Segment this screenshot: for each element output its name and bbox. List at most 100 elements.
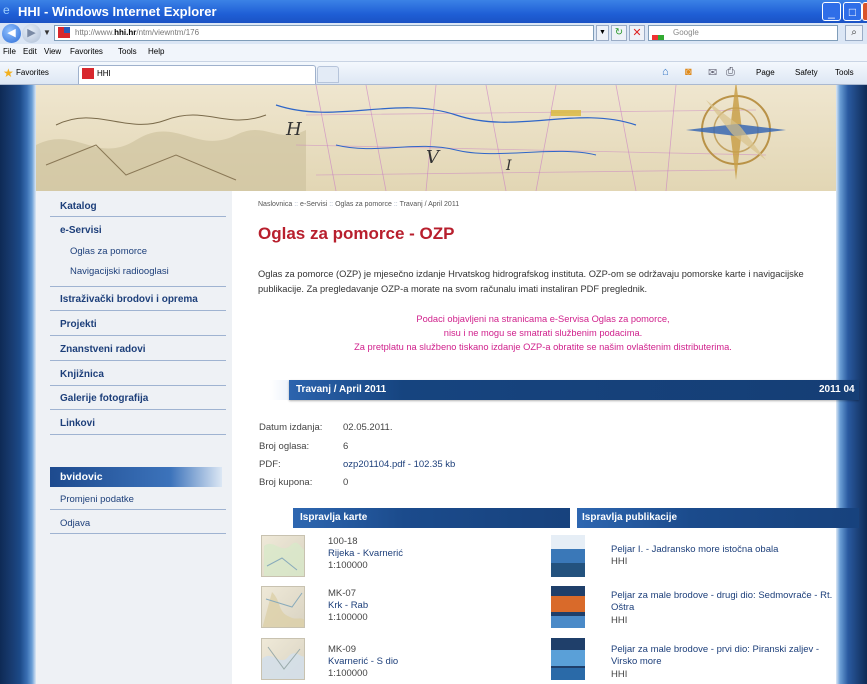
search-icon[interactable]: ⌕ — [845, 25, 863, 41]
sidebar-item-e-servisi[interactable]: e-Servisi — [60, 225, 102, 236]
sidebar-item-znanstveni-radovi[interactable]: Znanstveni radovi — [60, 344, 146, 355]
chart-name-link[interactable]: Krk - Rab — [328, 600, 368, 611]
chart-scale: 1:100000 — [328, 612, 368, 623]
close-button[interactable] — [862, 2, 867, 21]
sidebar-divider — [50, 533, 226, 534]
issue-section-title: Travanj / April 2011 — [296, 384, 387, 395]
sidebar-item-knjiznica[interactable]: Knjižnica — [60, 369, 104, 380]
publication-name-link[interactable]: Peljar I. - Jadransko more istočna obala — [611, 544, 836, 556]
browser-tab[interactable] — [78, 65, 316, 84]
mail-icon[interactable]: ✉ — [708, 66, 717, 79]
menu-favorites[interactable]: Favorites — [70, 47, 103, 56]
page-menu[interactable]: Page — [756, 68, 775, 77]
site-favicon-mark-icon — [64, 27, 70, 33]
menu-tools[interactable]: Tools — [118, 47, 137, 56]
coupon-count-label: Broj kupona: — [259, 477, 313, 488]
sidebar-item-projekti[interactable]: Projekti — [60, 319, 97, 330]
print-icon[interactable]: ⎙ — [726, 66, 735, 79]
intro-paragraph: Oglas za pomorce (OZP) je mjesečno izdan… — [258, 269, 804, 294]
stop-button[interactable]: ✕ — [629, 25, 645, 41]
refresh-button[interactable]: ↻ — [611, 25, 627, 41]
sidebar-divider — [50, 385, 226, 386]
address-dropdown-button[interactable]: ▼ — [596, 25, 609, 41]
user-logout-link[interactable]: Odjava — [60, 518, 90, 529]
chart-scale: 1:100000 — [328, 668, 368, 679]
user-change-data-link[interactable]: Promjeni podatke — [60, 494, 134, 505]
issue-section-code: 2011 04 — [819, 384, 855, 395]
sidebar-item-galerije-fotografija[interactable]: Galerije fotografija — [60, 393, 148, 404]
publication-cover[interactable] — [547, 586, 589, 628]
back-button[interactable]: ◀ — [2, 24, 21, 43]
sidebar-item-katalog[interactable]: Katalog — [60, 201, 97, 212]
menu-help[interactable]: Help — [148, 47, 164, 56]
tools-menu[interactable]: Tools — [835, 68, 854, 77]
breadcrumb: Naslovnica :: e-Servisi :: Oglas za pomo… — [258, 201, 459, 208]
home-icon[interactable]: ⌂ — [662, 66, 669, 78]
sidebar-divider — [50, 509, 226, 510]
publications-column-title: Ispravlja publikacije — [582, 512, 678, 523]
url-prefix: http://www. — [75, 28, 115, 37]
pdf-label: PDF: — [259, 459, 281, 470]
chart-name-link[interactable]: Kvarnerić - S dio — [328, 656, 398, 667]
feeds-icon[interactable]: ◙ — [685, 66, 692, 78]
search-input[interactable]: Google — [648, 25, 838, 41]
sidebar-divider — [50, 310, 226, 311]
breadcrumb-separator: :: — [294, 201, 299, 208]
chart-thumbnail[interactable] — [261, 535, 305, 577]
window-title: HHI - Windows Internet Explorer — [18, 4, 217, 19]
issue-date-label: Datum izdanja: — [259, 422, 323, 433]
section-bar-fade — [270, 380, 289, 400]
notice-line: nisu i ne mogu se smatrati službenim pod… — [443, 328, 643, 338]
notice-count-value: 6 — [343, 441, 349, 452]
tab-favicon-icon — [82, 68, 94, 79]
svg-text:V: V — [426, 147, 441, 168]
breadcrumb-item-oglas[interactable]: Oglas za pomorce — [335, 201, 392, 208]
publication-cover-image — [551, 638, 585, 680]
chart-thumbnail[interactable] — [261, 638, 305, 680]
svg-text:I: I — [505, 158, 512, 174]
publication-cover-image — [551, 535, 585, 577]
breadcrumb-item-home[interactable]: Naslovnica — [258, 201, 292, 208]
breadcrumb-separator: :: — [329, 201, 334, 208]
sidebar-divider — [50, 360, 226, 361]
forward-button[interactable]: ▶ — [22, 24, 41, 43]
breadcrumb-item-e-servisi[interactable]: e-Servisi — [300, 201, 327, 208]
page-title: Oglas za pomorce - OZP — [258, 224, 455, 243]
favorites-star-icon[interactable]: ★ — [3, 66, 14, 80]
maximize-button[interactable]: □ — [843, 2, 862, 21]
sidebar-subitem-oglas-za-pomorce[interactable]: Oglas za pomorce — [70, 246, 147, 257]
chart-code: MK-07 — [328, 588, 356, 599]
sidebar-item-linkovi[interactable]: Linkovi — [60, 418, 95, 429]
publication-name-link[interactable]: Peljar za male brodove - drugi dio: Sedm… — [611, 590, 836, 614]
address-input[interactable]: http://www.hhi.hr/ntm/viewntm/176 — [54, 25, 594, 41]
publication-cover[interactable] — [547, 535, 589, 577]
menu-edit[interactable]: Edit — [23, 47, 37, 56]
chart-thumbnail-map-image — [262, 592, 304, 627]
new-tab-button[interactable] — [317, 66, 339, 83]
user-panel-header: bvidovic — [50, 467, 222, 487]
url-path: /ntm/viewntm/176 — [136, 28, 200, 37]
chart-code: MK-09 — [328, 644, 356, 655]
chart-code: 100-18 — [328, 536, 358, 547]
google-icon — [652, 27, 666, 58]
favorites-button[interactable]: Favorites — [16, 68, 49, 77]
minimize-button[interactable]: _ — [822, 2, 841, 21]
publication-cover[interactable] — [547, 638, 589, 680]
sidebar-divider — [50, 409, 226, 410]
sidebar-divider — [50, 216, 226, 217]
nautical-chart-banner: H V I — [36, 85, 836, 191]
sidebar-item-istrazivacki-brodovi[interactable]: Istraživački brodovi i oprema — [60, 294, 198, 305]
pdf-download-link[interactable]: ozp201104.pdf - 102.35 kb — [343, 459, 455, 470]
sidebar-subitem-navigacijski-radiooglasi[interactable]: Navigacijski radiooglasi — [70, 266, 169, 277]
safety-menu[interactable]: Safety — [795, 68, 818, 77]
url-domain: hhi.hr — [114, 28, 137, 37]
publication-name-link[interactable]: Peljar za male brodove - prvi dio: Piran… — [611, 644, 836, 668]
history-dropdown-icon[interactable]: ▼ — [43, 28, 51, 37]
sidebar-divider — [50, 335, 226, 336]
menu-file[interactable]: File — [3, 47, 16, 56]
chart-thumbnail[interactable] — [261, 586, 305, 628]
tab-title: HHI — [97, 69, 111, 78]
menu-view[interactable]: View — [44, 47, 61, 56]
charts-column-title: Ispravlja karte — [300, 512, 368, 523]
chart-name-link[interactable]: Rijeka - Kvarnerić — [328, 548, 403, 559]
